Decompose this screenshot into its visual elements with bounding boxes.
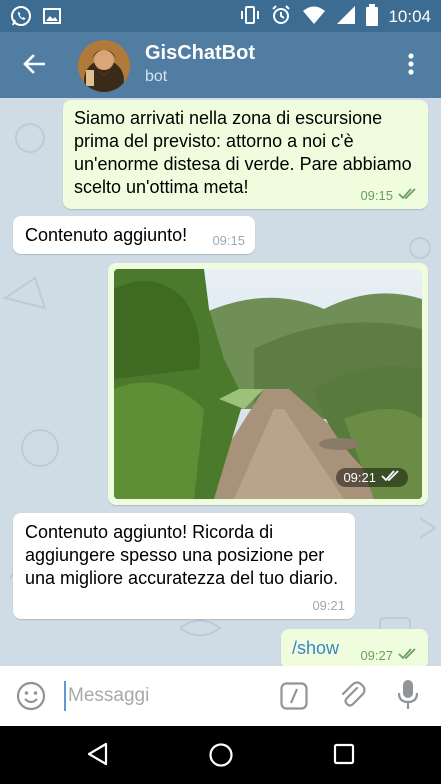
message-time: 09:15 xyxy=(360,188,393,203)
message-text: Siamo arrivati nella zona di escursione … xyxy=(74,108,412,197)
triangle-back-icon xyxy=(86,742,110,770)
message-text: Contenuto aggiunto! Ricorda di aggiunger… xyxy=(25,522,339,588)
message-bubble-incoming[interactable]: Contenuto aggiunto! Ricorda di aggiunger… xyxy=(13,513,355,619)
slash-command-icon xyxy=(280,682,308,714)
double-check-icon xyxy=(398,188,418,203)
clock-time: 10:04 xyxy=(388,7,431,26)
message-time: 09:15 xyxy=(212,233,245,248)
wifi-icon xyxy=(302,5,326,29)
double-check-icon xyxy=(398,648,418,663)
message-bubble-outgoing[interactable]: Siamo arrivati nella zona di escursione … xyxy=(63,100,428,209)
square-recents-icon xyxy=(332,743,356,770)
bot-avatar[interactable] xyxy=(78,40,130,92)
emoji-button[interactable] xyxy=(16,681,46,715)
emoji-icon xyxy=(16,681,46,715)
message-text: Contenuto aggiunto! xyxy=(25,225,188,245)
chat-area[interactable]: Siamo arrivati nella zona di escursione … xyxy=(0,98,441,666)
more-vertical-icon xyxy=(408,53,414,79)
battery-icon xyxy=(366,4,379,30)
chat-header: GisChatBot bot xyxy=(0,32,441,98)
command-link[interactable]: /show xyxy=(292,637,339,660)
image-icon xyxy=(42,6,62,30)
chat-title[interactable]: GisChatBot xyxy=(145,42,255,65)
attach-button[interactable] xyxy=(338,680,366,714)
bot-commands-button[interactable] xyxy=(280,682,308,714)
alarm-icon xyxy=(270,4,292,30)
message-bubble-photo[interactable]: 09:21 xyxy=(108,263,428,505)
circle-home-icon xyxy=(208,743,234,772)
message-bubble-outgoing[interactable]: /show 09:27 xyxy=(281,629,428,666)
message-time: 09:21 xyxy=(343,470,376,485)
chat-subtitle: bot xyxy=(145,68,168,85)
system-navigation-bar xyxy=(0,726,441,784)
message-time: 09:21 xyxy=(312,598,345,613)
message-input[interactable] xyxy=(64,681,254,711)
vibrate-icon xyxy=(240,4,260,30)
nav-recents-button[interactable] xyxy=(332,742,356,770)
nav-home-button[interactable] xyxy=(208,742,234,772)
voice-message-button[interactable] xyxy=(396,679,420,715)
message-time: 09:27 xyxy=(360,648,393,663)
back-button[interactable] xyxy=(18,50,50,82)
message-bubble-incoming[interactable]: Contenuto aggiunto! 09:15 xyxy=(13,216,255,254)
nav-back-button[interactable] xyxy=(86,742,110,770)
double-check-icon xyxy=(381,470,401,485)
whatsapp-icon xyxy=(10,5,32,31)
arrow-back-icon xyxy=(23,54,46,78)
message-composer xyxy=(0,666,441,726)
more-options-button[interactable] xyxy=(399,50,423,82)
photo-trail[interactable]: 09:21 xyxy=(114,269,422,499)
microphone-icon xyxy=(396,680,420,715)
status-bar: 10:04 xyxy=(0,0,441,32)
paperclip-icon xyxy=(338,681,366,714)
signal-icon xyxy=(336,5,356,29)
